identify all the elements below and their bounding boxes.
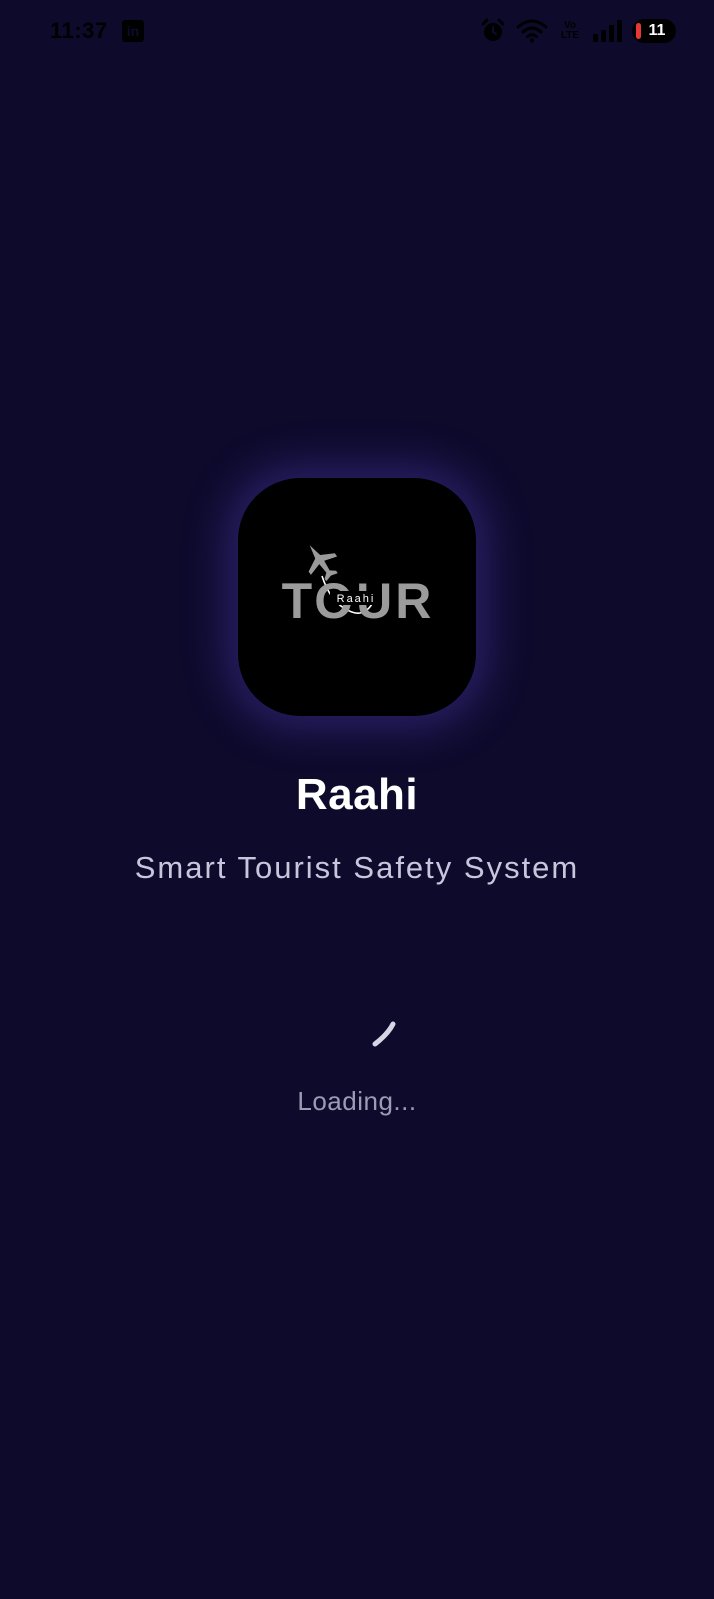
alarm-icon [481, 18, 505, 41]
status-bar: 11:37 in Vo LTE 11 [0, 0, 714, 64]
status-icons: Vo LTE 11 [480, 16, 676, 46]
battery-level: 11 [648, 22, 666, 39]
volte-icon: Vo LTE [558, 21, 582, 41]
battery-icon: 11 [632, 19, 676, 43]
signal-icon [593, 20, 622, 42]
status-time: 11:37 [50, 18, 108, 43]
logo-artwork: TOUR Raahi [282, 545, 431, 629]
app-logo: TOUR Raahi [238, 478, 476, 716]
volte-label-bottom: LTE [560, 30, 580, 41]
app-title: Raahi [295, 770, 419, 819]
loading-text: Loading... [297, 1086, 417, 1116]
wifi-icon [516, 19, 548, 43]
linkedin-icon: in [122, 20, 144, 42]
app-subtitle: Smart Tourist Safety System [134, 850, 580, 885]
logo-tagline: Raahi [337, 593, 376, 605]
loading-spinner [372, 1021, 396, 1047]
splash-screen: 11:37 in Vo LTE 11 Raahi Raahi Smart Tou… [0, 0, 714, 1599]
battery-fill [636, 23, 641, 39]
